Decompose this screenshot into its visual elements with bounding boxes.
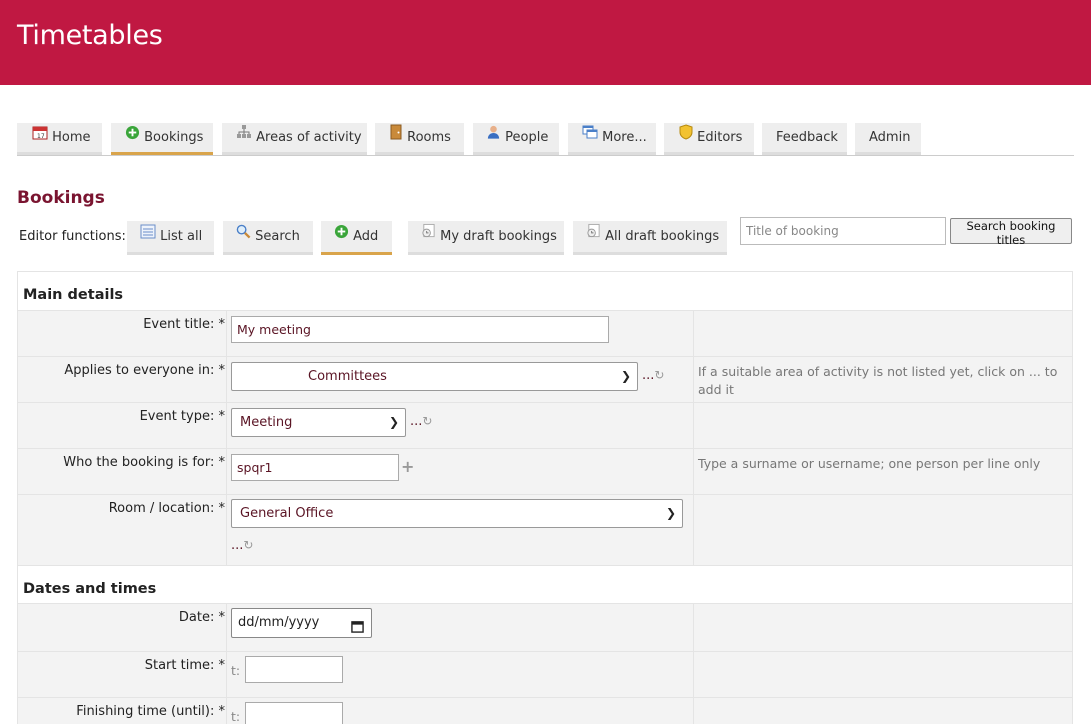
tab-bookings[interactable]: Bookings xyxy=(111,123,213,155)
applies-to-select[interactable]: Committees ❯ xyxy=(231,362,638,391)
main-details-heading: Main details xyxy=(18,272,1072,310)
event-title-label: Event title: * xyxy=(143,317,225,332)
tab-people[interactable]: People xyxy=(473,123,559,155)
page-title: Bookings xyxy=(17,188,105,208)
room-row: Room / location: * General Office ❯ ...↻ xyxy=(18,494,1072,565)
list-icon xyxy=(140,220,156,252)
calendar-icon: 17 xyxy=(32,122,48,152)
booking-form: Main details Event title: * Applies to e… xyxy=(17,271,1073,724)
room-label: Room / location: * xyxy=(108,501,225,516)
add-room-link[interactable]: ...↻ xyxy=(231,538,253,553)
editor-functions-label: Editor functions: xyxy=(19,229,126,244)
who-for-row: Who the booking is for: * + Type a surna… xyxy=(18,448,1072,494)
tab-people-label: People xyxy=(505,130,549,145)
start-time-input[interactable] xyxy=(245,656,343,683)
hierarchy-icon xyxy=(236,122,252,152)
tab-admin[interactable]: Admin xyxy=(855,123,921,155)
date-row: Date: * dd/mm/yyyy xyxy=(18,603,1072,651)
date-placeholder: dd/mm/yyyy xyxy=(238,615,320,630)
refresh-icon: ↻ xyxy=(654,368,665,382)
who-for-help: Type a surname or username; one person p… xyxy=(698,456,1041,471)
finish-time-row: Finishing time (until): * t: xyxy=(18,697,1072,724)
event-type-value: Meeting xyxy=(240,415,293,430)
booking-title-search-input[interactable] xyxy=(740,217,946,245)
room-select[interactable]: General Office ❯ xyxy=(231,499,683,528)
tab-admin-label: Admin xyxy=(869,130,911,145)
refresh-icon: ↻ xyxy=(243,538,254,552)
calendar-icon[interactable] xyxy=(351,616,364,644)
dates-times-heading: Dates and times xyxy=(18,565,1072,603)
date-input[interactable]: dd/mm/yyyy xyxy=(231,608,372,638)
event-type-label: Event type: * xyxy=(139,409,225,424)
add-event-type-link[interactable]: ...↻ xyxy=(410,414,432,429)
door-icon xyxy=(389,122,403,152)
applies-to-value: Committees xyxy=(308,369,387,384)
tab-editors[interactable]: Editors xyxy=(664,123,754,155)
date-label: Date: * xyxy=(178,610,225,625)
app-title: Timetables xyxy=(17,20,163,51)
magnifier-icon xyxy=(236,220,251,252)
room-value: General Office xyxy=(240,506,334,521)
tab-feedback[interactable]: Feedback xyxy=(762,123,847,155)
applies-to-row: Applies to everyone in: * Committees ❯ .… xyxy=(18,356,1072,402)
who-for-input[interactable] xyxy=(231,454,399,481)
tab-home[interactable]: 17 Home xyxy=(17,123,102,155)
add-circle-icon xyxy=(334,220,349,252)
draft-icon xyxy=(586,220,601,252)
search-booking-titles-button[interactable]: Search booking titles xyxy=(950,218,1072,247)
start-time-label: Start time: * xyxy=(144,658,225,673)
tab-my-draft-bookings-label: My draft bookings xyxy=(440,229,557,244)
event-title-input[interactable] xyxy=(231,316,609,343)
who-for-label: Who the booking is for: * xyxy=(63,455,225,470)
windows-icon xyxy=(582,122,598,152)
event-type-select[interactable]: Meeting ❯ xyxy=(231,408,406,437)
event-title-row: Event title: * xyxy=(18,310,1072,356)
header-banner: Timetables xyxy=(0,0,1091,85)
add-person-icon[interactable]: + xyxy=(401,457,414,476)
person-icon xyxy=(486,122,501,152)
tab-search-label: Search xyxy=(255,229,300,244)
applies-to-label: Applies to everyone in: * xyxy=(64,363,225,378)
tab-all-draft-bookings[interactable]: All draft bookings xyxy=(573,221,727,255)
tab-more[interactable]: More... xyxy=(568,123,656,155)
shield-icon xyxy=(679,122,693,152)
tab-list-all-label: List all xyxy=(160,229,203,244)
tab-my-draft-bookings[interactable]: My draft bookings xyxy=(408,221,564,255)
tab-rooms[interactable]: Rooms xyxy=(375,123,464,155)
refresh-icon: ↻ xyxy=(422,414,433,428)
chevron-down-icon: ❯ xyxy=(620,369,631,383)
tab-areas[interactable]: Areas of activity xyxy=(222,123,367,155)
event-type-row: Event type: * Meeting ❯ ...↻ xyxy=(18,402,1072,448)
svg-text:17: 17 xyxy=(37,133,45,140)
tab-rooms-label: Rooms xyxy=(407,130,451,145)
finish-time-label: Finishing time (until): * xyxy=(76,704,225,719)
add-area-link[interactable]: ...↻ xyxy=(642,368,664,383)
add-circle-icon xyxy=(125,122,140,152)
tab-bookings-label: Bookings xyxy=(144,130,204,145)
tab-all-draft-bookings-label: All draft bookings xyxy=(605,229,720,244)
tab-areas-label: Areas of activity xyxy=(256,130,362,145)
main-nav: 17 Home Bookings Areas of activity Rooms… xyxy=(17,123,1074,156)
tab-home-label: Home xyxy=(52,130,91,145)
tab-editors-label: Editors xyxy=(697,130,743,145)
tab-list-all[interactable]: List all xyxy=(127,221,214,255)
chevron-down-icon: ❯ xyxy=(388,415,399,429)
applies-to-help: If a suitable area of activity is not li… xyxy=(698,364,1058,397)
tab-more-label: More... xyxy=(602,130,647,145)
tab-feedback-label: Feedback xyxy=(776,130,838,145)
draft-icon xyxy=(421,220,436,252)
tab-add-label: Add xyxy=(353,229,379,244)
tab-add[interactable]: Add xyxy=(321,221,392,255)
editor-functions: Editor functions: List all Search Add My… xyxy=(17,217,1077,256)
tab-search[interactable]: Search xyxy=(223,221,313,255)
start-time-prefix: t: xyxy=(231,663,241,678)
finish-time-prefix: t: xyxy=(231,709,241,724)
start-time-row: Start time: * t: xyxy=(18,651,1072,697)
chevron-down-icon: ❯ xyxy=(665,506,676,520)
finish-time-input[interactable] xyxy=(245,702,343,724)
